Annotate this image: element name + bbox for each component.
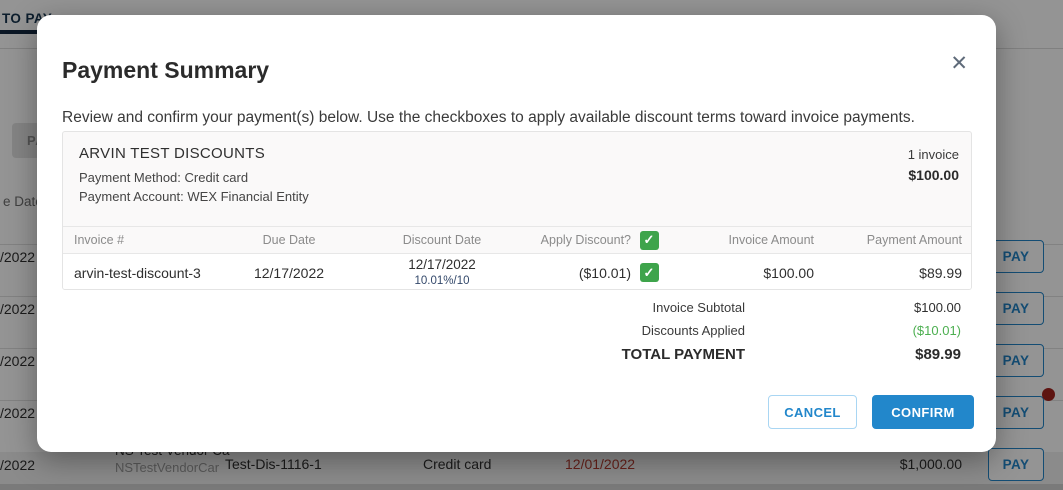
discounts-applied-value: ($10.01) xyxy=(745,323,961,338)
vendor-header: ARVIN TEST DISCOUNTS Payment Method: Cre… xyxy=(63,132,971,226)
invoice-subtotal-value: $100.00 xyxy=(745,300,961,315)
totals-summary: Invoice Subtotal $100.00 Discounts Appli… xyxy=(622,300,961,371)
payment-summary-dialog: Payment Summary ✕ Review and confirm you… xyxy=(37,15,996,452)
invoice-number-cell: arvin-test-discount-3 xyxy=(74,265,214,281)
invoice-subtotal-label: Invoice Subtotal xyxy=(652,300,745,315)
total-payment-label: TOTAL PAYMENT xyxy=(622,346,745,363)
due-date-cell: 12/17/2022 xyxy=(214,265,364,281)
payment-amount-cell: $89.99 xyxy=(814,265,962,281)
header-discount-date: Discount Date xyxy=(364,233,520,247)
payment-method-line: Payment Method: Credit card xyxy=(79,168,955,187)
discounts-applied-label: Discounts Applied xyxy=(642,323,745,338)
checkbox-check-icon: ✓ xyxy=(644,232,655,248)
apply-discount-checkbox[interactable]: ✓ xyxy=(640,263,659,282)
invoice-amount-cell: $100.00 xyxy=(667,265,814,281)
header-invoice-number: Invoice # xyxy=(74,233,214,247)
vendor-payment-card: ARVIN TEST DISCOUNTS Payment Method: Cre… xyxy=(62,131,972,290)
vendor-total-amount: $100.00 xyxy=(908,167,959,183)
dialog-description: Review and confirm your payment(s) below… xyxy=(62,109,972,127)
header-payment-amount: Payment Amount xyxy=(814,233,962,247)
screen: TO PAY PA e Date /2022 /2022 /2022 /2022… xyxy=(0,0,1063,490)
close-icon[interactable]: ✕ xyxy=(950,53,968,74)
payment-account-line: Payment Account: WEX Financial Entity xyxy=(79,187,955,206)
dialog-title: Payment Summary xyxy=(62,57,269,84)
confirm-button[interactable]: CONFIRM xyxy=(872,395,974,429)
discount-amount-cell: ($10.01) xyxy=(520,265,631,281)
discount-date-cell: 12/17/2022 10.01%/10 xyxy=(364,257,520,288)
table-header-row: Invoice # Due Date Discount Date Apply D… xyxy=(63,226,971,253)
apply-all-discounts-checkbox[interactable]: ✓ xyxy=(640,231,659,250)
header-apply-discount: Apply Discount? xyxy=(520,233,631,247)
invoice-count: 1 invoice xyxy=(908,147,959,162)
checkbox-check-icon: ✓ xyxy=(644,265,655,281)
total-payment-value: $89.99 xyxy=(745,346,961,363)
discount-terms: 10.01%/10 xyxy=(364,274,520,288)
header-invoice-amount: Invoice Amount xyxy=(667,233,814,247)
cancel-button[interactable]: CANCEL xyxy=(768,395,857,429)
header-due-date: Due Date xyxy=(214,233,364,247)
invoice-row: arvin-test-discount-3 12/17/2022 12/17/2… xyxy=(63,253,971,290)
vendor-name: ARVIN TEST DISCOUNTS xyxy=(79,145,955,162)
discount-date: 12/17/2022 xyxy=(364,257,520,274)
